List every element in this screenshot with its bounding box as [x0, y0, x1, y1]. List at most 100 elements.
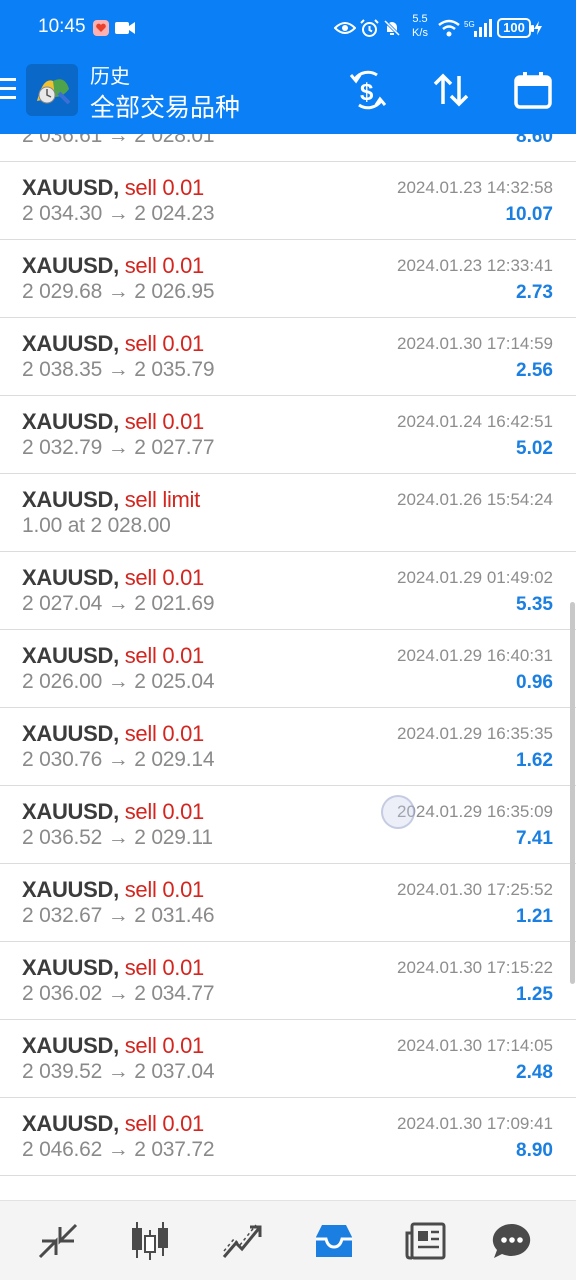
list-item-pending-order[interactable]: XAUUSD, sell limit 1.00 at 2 028.00 2024…	[0, 474, 576, 552]
nav-chat[interactable]	[488, 1219, 536, 1263]
list-item[interactable]: XAUUSD, sell 0.01 2 039.52 → 2 037.04 20…	[0, 1020, 576, 1098]
trade-profit: 0.96	[516, 672, 553, 693]
trade-side: sell 0.01	[124, 1033, 205, 1058]
list-item[interactable]: XAUUSD, sell 0.01 2 036.52 → 2 029.11 20…	[0, 786, 576, 864]
svg-text:$: $	[360, 79, 374, 106]
trade-datetime: 2024.01.23 14:32:58	[397, 178, 553, 197]
trade-prices: 2 026.00 → 2 025.04	[22, 670, 215, 693]
nav-trade[interactable]	[218, 1219, 266, 1263]
trade-prices: 2 039.52 → 2 037.04	[22, 1060, 215, 1083]
nav-quotes[interactable]	[34, 1219, 82, 1263]
wifi-icon	[436, 18, 462, 38]
list-item[interactable]: XAUUSD, sell 0.01 2 036.02 → 2 034.77 20…	[0, 942, 576, 1020]
hamburger-menu-icon[interactable]	[0, 78, 18, 102]
trade-datetime: 2024.01.24 16:42:51	[397, 412, 553, 431]
nav-news[interactable]	[402, 1219, 450, 1263]
trade-profit: 1.62	[516, 750, 553, 771]
trade-symbol: XAUUSD,	[22, 799, 119, 824]
inbox-tray-icon	[316, 1225, 352, 1257]
trade-side: sell 0.01	[124, 253, 205, 278]
scrollbar[interactable]	[570, 602, 575, 984]
trade-symbol: XAUUSD,	[22, 253, 119, 278]
trade-symbol: XAUUSD,	[22, 955, 119, 980]
charging-bolt-icon	[533, 18, 543, 38]
trade-datetime: 2024.01.23 12:33:41	[397, 256, 553, 275]
trade-datetime: 2024.01.29 16:35:35	[397, 724, 553, 743]
top-bar: 10:45 5.5 K/s 5G 100 历史 全部交易品种 $	[0, 0, 576, 134]
sort-button[interactable]	[429, 68, 473, 112]
trade-datetime: 2024.01.26 15:54:24	[397, 490, 553, 509]
metatrader-logo	[26, 64, 78, 116]
trade-side: sell limit	[124, 487, 201, 512]
dollar-arrows-icon: $	[349, 70, 387, 110]
trade-side: sell 0.01	[124, 175, 205, 200]
calendar-period-button[interactable]	[511, 68, 555, 112]
trade-datetime: 2024.01.30 17:09:41	[397, 1114, 553, 1133]
trade-prices: 2 032.79 → 2 027.77	[22, 436, 215, 459]
trade-side: sell 0.01	[124, 1111, 205, 1136]
trade-datetime: 2024.01.30 17:25:52	[397, 880, 553, 899]
list-item[interactable]: XAUUSD, sell 0.01 2 032.79 → 2 027.77 20…	[0, 396, 576, 474]
trade-profit: 5.35	[516, 594, 553, 615]
trade-profit: 7.41	[516, 828, 553, 849]
trade-prices: 2 032.67 → 2 031.46	[22, 904, 215, 927]
nav-history[interactable]	[310, 1219, 358, 1263]
trade-symbol: XAUUSD,	[22, 409, 119, 434]
trade-side: sell 0.01	[124, 799, 205, 824]
alarm-clock-icon	[359, 18, 379, 38]
trade-side: sell 0.01	[124, 643, 205, 668]
newspaper-icon	[405, 1222, 446, 1260]
trade-symbol: XAUUSD,	[22, 1033, 119, 1058]
trade-prices: 2 036.52 → 2 029.11	[22, 826, 213, 849]
trade-datetime: 2024.01.30 17:15:22	[397, 958, 553, 977]
trade-symbol: XAUUSD,	[22, 643, 119, 668]
eye-icon	[334, 18, 356, 38]
trade-profit: 8.90	[516, 1140, 553, 1161]
list-item[interactable]: XAUUSD, sell 0.01 2 030.76 → 2 029.14 20…	[0, 708, 576, 786]
trade-prices: 2 036.02 → 2 034.77	[22, 982, 215, 1005]
screen-title: 历史	[90, 66, 130, 88]
trade-profit: 1.25	[516, 984, 553, 1005]
trade-prices: 2 027.04 → 2 021.69	[22, 592, 215, 615]
list-item[interactable]: XAUUSD, sell 0.01 2 026.00 → 2 025.04 20…	[0, 630, 576, 708]
list-item[interactable]: XAUUSD, sell 0.01 2 034.30 → 2 024.23 20…	[0, 162, 576, 240]
net-speed: 5.5 K/s	[409, 12, 431, 40]
nav-chart[interactable]	[126, 1219, 174, 1263]
trade-side: sell 0.01	[124, 721, 205, 746]
trade-datetime: 2024.01.30 17:14:59	[397, 334, 553, 353]
net-speed-value: 5.5	[412, 13, 428, 25]
list-item[interactable]: XAUUSD, sell 0.01 2 038.35 → 2 035.79 20…	[0, 318, 576, 396]
list-item[interactable]: XAUUSD, sell 0.01 2 046.62 → 2 037.72 20…	[0, 1098, 576, 1176]
trade-prices: 2 030.76 → 2 029.14	[22, 748, 215, 771]
trade-profit: 8.60	[516, 134, 553, 147]
trade-symbol: XAUUSD,	[22, 1111, 119, 1136]
app-bar: 历史 全部交易品种 $	[0, 56, 576, 134]
video-camera-icon	[114, 18, 136, 38]
list-item[interactable]: XAUUSD, sell 0.01 2 027.04 → 2 021.69 20…	[0, 552, 576, 630]
trade-profit: 2.48	[516, 1062, 553, 1083]
trade-datetime: 2024.01.30 17:14:05	[397, 1036, 553, 1055]
trade-symbol: XAUUSD,	[22, 487, 119, 512]
trade-side: sell 0.01	[124, 877, 205, 902]
trade-profit: 1.21	[516, 906, 553, 927]
net-speed-unit: K/s	[412, 27, 428, 39]
list-item[interactable]: XAUUSD, sell 0.01 2 032.67 → 2 031.46 20…	[0, 864, 576, 942]
trade-prices: 2 038.35 → 2 035.79	[22, 358, 215, 381]
history-list[interactable]: 2 036.61 → 2 028.01 8.60 XAUUSD, sell 0.…	[0, 134, 576, 1200]
sort-arrows-icon	[433, 73, 469, 107]
order-details: 1.00 at 2 028.00	[22, 514, 171, 537]
trade-profit: 2.56	[516, 360, 553, 381]
bell-muted-icon	[382, 18, 402, 38]
trade-profit: 2.73	[516, 282, 553, 303]
symbol-filter-title[interactable]: 全部交易品种	[90, 88, 240, 124]
deposit-dollar-button[interactable]: $	[346, 68, 390, 112]
list-item[interactable]: XAUUSD, sell 0.01 2 029.68 → 2 026.95 20…	[0, 240, 576, 318]
trade-profit: 5.02	[516, 438, 553, 459]
candlestick-icon	[132, 1222, 168, 1260]
trade-symbol: XAUUSD,	[22, 175, 119, 200]
trade-symbol: XAUUSD,	[22, 565, 119, 590]
list-item[interactable]: 2 036.61 → 2 028.01 8.60	[0, 134, 576, 162]
trade-symbol: XAUUSD,	[22, 721, 119, 746]
status-time: 10:45	[38, 16, 86, 37]
trade-prices: 2 046.62 → 2 037.72	[22, 1138, 215, 1161]
